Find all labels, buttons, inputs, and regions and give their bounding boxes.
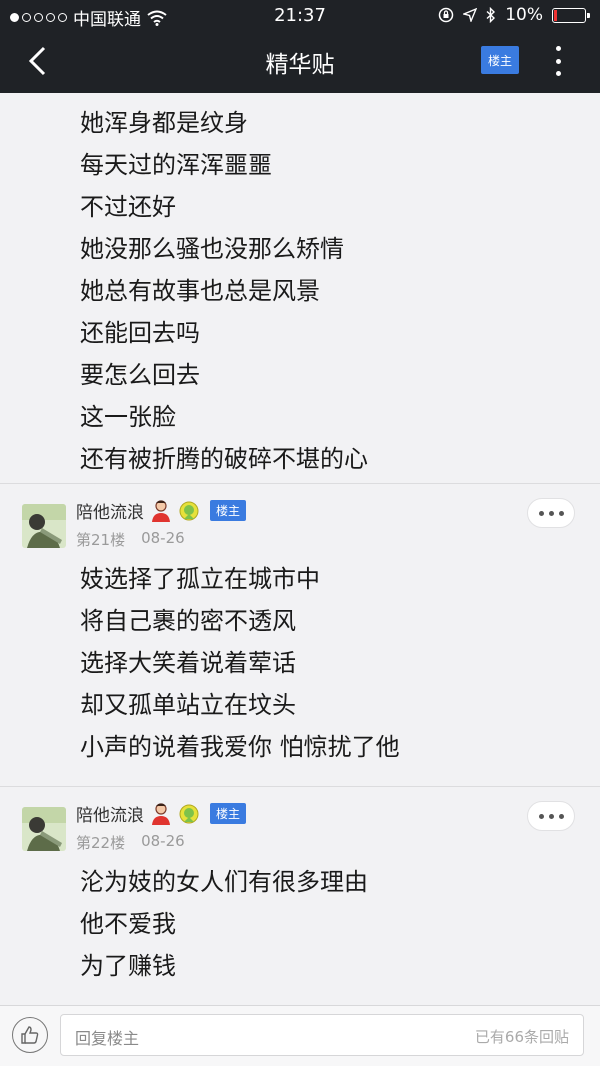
post-more-button[interactable] bbox=[527, 498, 575, 528]
post-line: 为了赚钱 bbox=[80, 952, 176, 980]
post-line: 沦为妓的女人们有很多理由 bbox=[80, 868, 368, 896]
post-more-button[interactable] bbox=[527, 801, 575, 831]
reply-placeholder: 回复楼主 bbox=[75, 1029, 140, 1048]
top-bar: 中国联通 21:37 10% 精华贴 楼主 bbox=[0, 0, 600, 93]
username[interactable]: 陪他流浪 bbox=[76, 498, 144, 523]
floor-number: 第22楼 bbox=[76, 834, 126, 852]
user-badge-icon bbox=[152, 802, 170, 825]
post-body: 沦为妓的女人们有很多理由 他不爱我 为了赚钱 bbox=[80, 861, 368, 987]
post-line: 她总有故事也总是风景 bbox=[80, 277, 320, 305]
post-floor-21: 陪他流浪 楼主 第21楼 08-26 妓选择了孤立在城市中 将自己裹的密不透风 … bbox=[0, 498, 600, 788]
more-menu-icon[interactable] bbox=[548, 46, 568, 76]
post-body-continued: 她浑身都是纹身 每天过的浑浑噩噩 不过还好 她没那么骚也没那么矫情 她总有故事也… bbox=[80, 102, 600, 480]
post-line: 这一张脸 bbox=[80, 403, 176, 431]
post-line: 小声的说着我爱你 怕惊扰了他 bbox=[80, 733, 400, 761]
location-icon bbox=[463, 8, 478, 22]
level-badge-icon bbox=[179, 501, 199, 520]
bluetooth-icon bbox=[486, 7, 496, 23]
author-tag: 楼主 bbox=[210, 803, 247, 824]
thread-content: 她浑身都是纹身 每天过的浑浑噩噩 不过还好 她没那么骚也没那么矫情 她总有故事也… bbox=[0, 93, 600, 1005]
divider bbox=[0, 786, 600, 787]
post-line: 还有被折腾的破碎不堪的心 bbox=[80, 445, 368, 473]
divider bbox=[0, 483, 600, 484]
avatar[interactable] bbox=[22, 807, 66, 851]
floor-number: 第21楼 bbox=[76, 531, 126, 549]
user-badge-icon bbox=[152, 499, 170, 522]
post-body: 妓选择了孤立在城市中 将自己裹的密不透风 选择大笑着说着荤话 却又孤单站立在坟头… bbox=[80, 558, 400, 768]
avatar[interactable] bbox=[22, 504, 66, 548]
post-date: 08-26 bbox=[141, 832, 185, 850]
nav-bar: 精华贴 楼主 bbox=[0, 30, 600, 93]
post-line: 妓选择了孤立在城市中 bbox=[80, 565, 320, 593]
author-tag: 楼主 bbox=[210, 500, 247, 521]
post-line: 却又孤单站立在坟头 bbox=[80, 691, 296, 719]
reply-input[interactable]: 回复楼主 已有66条回贴 bbox=[60, 1014, 584, 1056]
username[interactable]: 陪他流浪 bbox=[76, 801, 144, 826]
post-line: 将自己裹的密不透风 bbox=[80, 607, 296, 635]
post-line: 她没那么骚也没那么矫情 bbox=[80, 235, 344, 263]
post-date: 08-26 bbox=[141, 529, 185, 547]
battery-icon bbox=[552, 7, 590, 23]
only-author-button[interactable]: 楼主 bbox=[481, 46, 519, 74]
like-button[interactable] bbox=[12, 1017, 48, 1053]
post-floor-22: 陪他流浪 楼主 第22楼 08-26 沦为妓的女人们有很多理由 他不爱我 为了赚… bbox=[0, 801, 600, 1001]
battery-percent: 10% bbox=[505, 5, 543, 25]
reply-count: 已有66条回贴 bbox=[474, 1028, 569, 1046]
reply-bar: 回复楼主 已有66条回贴 bbox=[0, 1005, 600, 1066]
post-line: 她浑身都是纹身 bbox=[80, 109, 248, 137]
rotation-lock-icon bbox=[438, 7, 454, 23]
post-line: 还能回去吗 bbox=[80, 319, 200, 347]
post-line: 他不爱我 bbox=[80, 910, 176, 938]
status-bar: 中国联通 21:37 10% bbox=[0, 0, 600, 30]
post-line: 选择大笑着说着荤话 bbox=[80, 649, 296, 677]
post-line: 每天过的浑浑噩噩 bbox=[80, 151, 272, 179]
thumbs-up-icon bbox=[21, 1026, 39, 1044]
post-line: 不过还好 bbox=[80, 193, 176, 221]
post-line: 要怎么回去 bbox=[80, 361, 200, 389]
level-badge-icon bbox=[179, 804, 199, 823]
